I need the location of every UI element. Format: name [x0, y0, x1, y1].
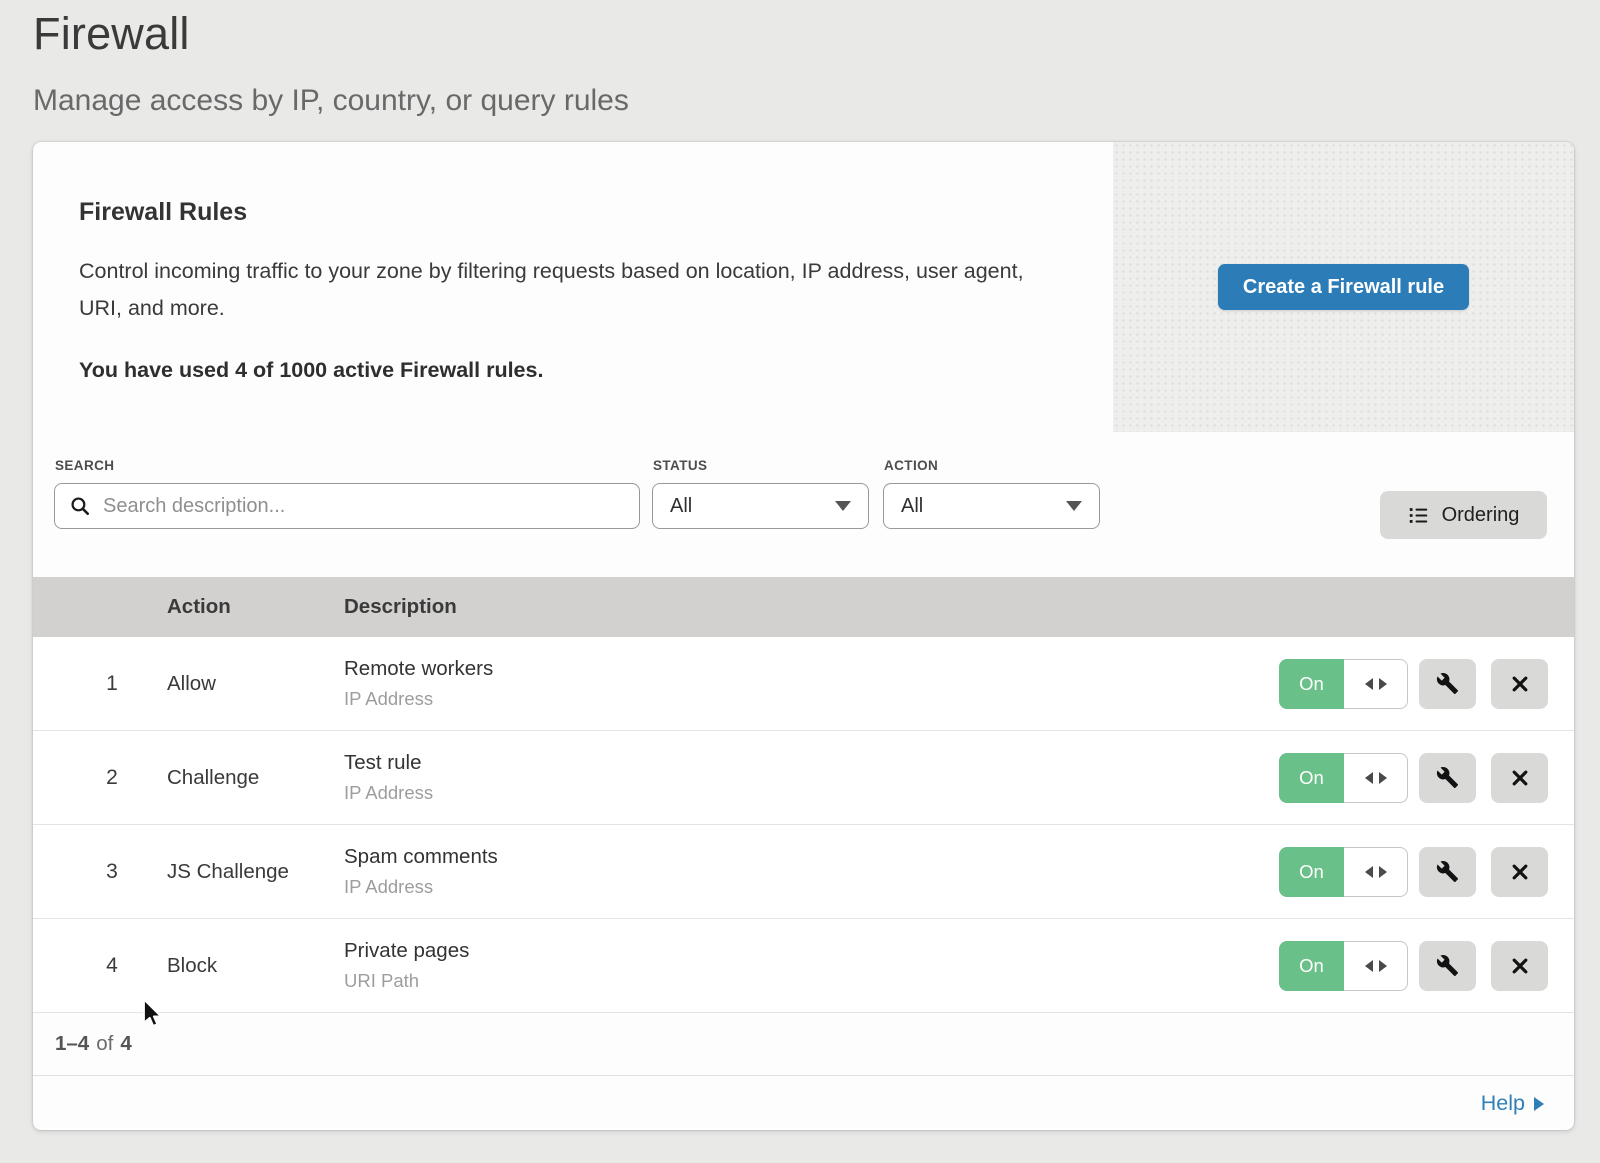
rule-enabled-toggle[interactable]: On — [1279, 753, 1408, 803]
x-icon — [1510, 674, 1530, 694]
wrench-icon — [1436, 766, 1459, 789]
delete-rule-button[interactable] — [1491, 847, 1548, 897]
x-icon — [1510, 862, 1530, 882]
x-icon — [1510, 956, 1530, 976]
rule-priority: 2 — [33, 766, 167, 790]
create-firewall-rule-button[interactable]: Create a Firewall rule — [1218, 264, 1469, 310]
column-header-action: Action — [167, 595, 344, 619]
screen: { "page": { "title": "Firewall", "subtit… — [0, 0, 1600, 1163]
rule-description-cell: Test rule IP Address — [344, 751, 1279, 804]
pagination-of: of — [96, 1032, 113, 1056]
rule-description: Spam comments — [344, 845, 1279, 869]
table-row: 3 JS Challenge Spam comments IP Address … — [33, 825, 1574, 919]
toggle-on-label: On — [1279, 941, 1344, 991]
filters-bar: SEARCH STATUS All ACTION All — [33, 432, 1574, 577]
column-header-description: Description — [344, 595, 1574, 619]
rule-match-type: IP Address — [344, 782, 1279, 804]
page-title: Firewall — [33, 8, 629, 60]
rule-action: JS Challenge — [167, 860, 344, 884]
delete-rule-button[interactable] — [1491, 753, 1548, 803]
rule-controls: On — [1279, 753, 1574, 803]
table-row: 4 Block Private pages URI Path On — [33, 919, 1574, 1013]
help-link-label: Help — [1481, 1091, 1525, 1116]
left-right-arrows-icon — [1344, 847, 1408, 897]
section-title: Firewall Rules — [79, 198, 1043, 227]
rule-controls: On — [1279, 847, 1574, 897]
status-select[interactable]: All — [652, 483, 869, 529]
edit-rule-button[interactable] — [1419, 941, 1476, 991]
rule-action: Challenge — [167, 766, 344, 790]
rule-action: Block — [167, 954, 344, 978]
ordering-button[interactable]: Ordering — [1380, 491, 1547, 539]
table-header: Action Description — [33, 577, 1574, 637]
rule-description: Remote workers — [344, 657, 1279, 681]
left-right-arrows-icon — [1344, 941, 1408, 991]
rule-priority: 3 — [33, 860, 167, 884]
section-description: Control incoming traffic to your zone by… — [79, 253, 1039, 327]
search-box[interactable] — [54, 483, 640, 529]
intro-section: Firewall Rules Control incoming traffic … — [33, 142, 1574, 432]
action-select-value: All — [901, 495, 923, 518]
rule-match-type: URI Path — [344, 970, 1279, 992]
delete-rule-button[interactable] — [1491, 941, 1548, 991]
rule-match-type: IP Address — [344, 876, 1279, 898]
rule-description-cell: Private pages URI Path — [344, 939, 1279, 992]
rule-description: Private pages — [344, 939, 1279, 963]
search-label: SEARCH — [55, 458, 640, 473]
rule-controls: On — [1279, 941, 1574, 991]
rule-description-cell: Spam comments IP Address — [344, 845, 1279, 898]
rule-enabled-toggle[interactable]: On — [1279, 941, 1408, 991]
page-header: Firewall Manage access by IP, country, o… — [33, 0, 629, 118]
rule-enabled-toggle[interactable]: On — [1279, 847, 1408, 897]
ordered-list-icon — [1408, 505, 1429, 526]
wrench-icon — [1436, 860, 1459, 883]
x-icon — [1510, 768, 1530, 788]
table-row: 1 Allow Remote workers IP Address On — [33, 637, 1574, 731]
caret-down-icon — [1066, 501, 1082, 511]
edit-rule-button[interactable] — [1419, 753, 1476, 803]
action-filter: ACTION All — [883, 458, 1100, 529]
rule-description-cell: Remote workers IP Address — [344, 657, 1279, 710]
toggle-on-label: On — [1279, 847, 1344, 897]
toggle-on-label: On — [1279, 659, 1344, 709]
status-filter: STATUS All — [652, 458, 869, 529]
usage-note: You have used 4 of 1000 active Firewall … — [79, 358, 1043, 383]
left-right-arrows-icon — [1344, 753, 1408, 803]
delete-rule-button[interactable] — [1491, 659, 1548, 709]
triangle-right-icon — [1534, 1097, 1544, 1111]
edit-rule-button[interactable] — [1419, 847, 1476, 897]
action-label: ACTION — [884, 458, 1100, 473]
status-label: STATUS — [653, 458, 869, 473]
firewall-rules-card: Firewall Rules Control incoming traffic … — [33, 142, 1574, 1130]
table-row: 2 Challenge Test rule IP Address On — [33, 731, 1574, 825]
card-footer: Help — [33, 1075, 1574, 1130]
intro-text: Firewall Rules Control incoming traffic … — [33, 142, 1113, 432]
toggle-on-label: On — [1279, 753, 1344, 803]
wrench-icon — [1436, 672, 1459, 695]
rule-priority: 4 — [33, 954, 167, 978]
left-right-arrows-icon — [1344, 659, 1408, 709]
caret-down-icon — [835, 501, 851, 511]
search-filter: SEARCH — [54, 458, 640, 529]
ordering-button-label: Ordering — [1442, 504, 1520, 527]
pagination-total: 4 — [120, 1032, 131, 1056]
pagination-range: 1–4 — [55, 1032, 89, 1056]
page-subtitle: Manage access by IP, country, or query r… — [33, 84, 629, 118]
help-link[interactable]: Help — [1481, 1091, 1544, 1116]
create-rule-panel: Create a Firewall rule — [1113, 142, 1574, 432]
edit-rule-button[interactable] — [1419, 659, 1476, 709]
rule-controls: On — [1279, 659, 1574, 709]
rule-description: Test rule — [344, 751, 1279, 775]
rule-action: Allow — [167, 672, 344, 696]
rule-match-type: IP Address — [344, 688, 1279, 710]
status-select-value: All — [670, 495, 692, 518]
rule-priority: 1 — [33, 672, 167, 696]
pagination: 1–4 of 4 — [33, 1013, 1574, 1075]
search-icon — [69, 495, 91, 517]
action-select[interactable]: All — [883, 483, 1100, 529]
rule-enabled-toggle[interactable]: On — [1279, 659, 1408, 709]
wrench-icon — [1436, 954, 1459, 977]
search-input[interactable] — [101, 494, 627, 519]
